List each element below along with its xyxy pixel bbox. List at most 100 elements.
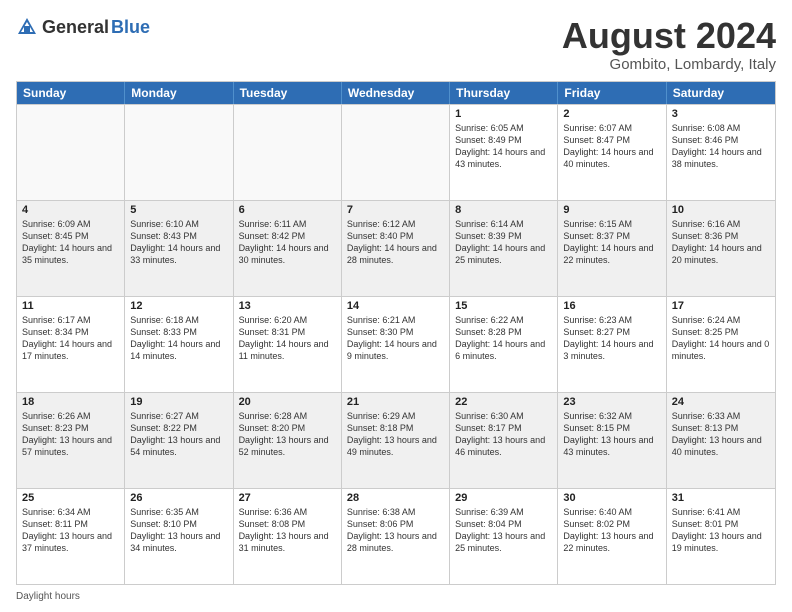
day-number: 15 [455, 300, 552, 312]
header-day-wednesday: Wednesday [342, 82, 450, 104]
header-day-monday: Monday [125, 82, 233, 104]
day-info: Sunrise: 6:08 AM Sunset: 8:46 PM Dayligh… [672, 122, 770, 171]
calendar-day-29: 29 Sunrise: 6:39 AM Sunset: 8:04 PM Dayli… [450, 489, 558, 584]
day-number: 31 [672, 492, 770, 504]
calendar-day-15: 15 Sunrise: 6:22 AM Sunset: 8:28 PM Dayli… [450, 297, 558, 392]
day-info: Sunrise: 6:22 AM Sunset: 8:28 PM Dayligh… [455, 314, 552, 363]
day-number: 24 [672, 396, 770, 408]
calendar-day-4: 4 Sunrise: 6:09 AM Sunset: 8:45 PM Daylig… [17, 201, 125, 296]
day-info: Sunrise: 6:41 AM Sunset: 8:01 PM Dayligh… [672, 506, 770, 555]
calendar-day-31: 31 Sunrise: 6:41 AM Sunset: 8:01 PM Dayli… [667, 489, 775, 584]
calendar-day-3: 3Sunrise: 6:08 AM Sunset: 8:46 PM Daylig… [667, 105, 775, 200]
day-number: 9 [563, 204, 660, 216]
calendar-week-4: 25Sunrise: 6:34 AM Sunset: 8:11 PM Dayli… [17, 488, 775, 584]
day-info: Sunrise: 6:33 AM Sunset: 8:13 PM Dayligh… [672, 410, 770, 459]
day-number: 4 [22, 204, 119, 216]
calendar-day-20: 20Sunrise: 6:28 AM Sunset: 8:20 PM Dayli… [234, 393, 342, 488]
calendar-day-17: 17Sunrise: 6:24 AM Sunset: 8:25 PM Dayli… [667, 297, 775, 392]
calendar-day-10: 10Sunrise: 6:16 AM Sunset: 8:36 PM Dayli… [667, 201, 775, 296]
calendar-day-22: 22Sunrise: 6:30 AM Sunset: 8:17 PM Dayli… [450, 393, 558, 488]
calendar-day-21: 21 Sunrise: 6:29 AM Sunset: 8:18 PM Dayli… [342, 393, 450, 488]
day-number: 10 [672, 204, 770, 216]
day-info: Sunrise: 6:29 AM Sunset: 8:18 PM Dayligh… [347, 410, 444, 459]
day-info: Sunrise: 6:40 AM Sunset: 8:02 PM Dayligh… [563, 506, 660, 555]
day-info: Sunrise: 6:09 AM Sunset: 8:45 PM Dayligh… [22, 218, 119, 267]
logo-blue-text: Blue [111, 17, 150, 38]
calendar-day-25: 25Sunrise: 6:34 AM Sunset: 8:11 PM Dayli… [17, 489, 125, 584]
day-info: Sunrise: 6:12 AM Sunset: 8:40 PM Dayligh… [347, 218, 444, 267]
page: GeneralBlue August 2024 Gombito, Lombard… [0, 0, 792, 612]
page-title: August 2024 [562, 16, 776, 56]
calendar-day-16: 16 Sunrise: 6:23 AM Sunset: 8:27 PM Dayli… [558, 297, 666, 392]
day-number: 18 [22, 396, 119, 408]
calendar-day-30: 30Sunrise: 6:40 AM Sunset: 8:02 PM Dayli… [558, 489, 666, 584]
day-number: 29 [455, 492, 552, 504]
day-number: 19 [130, 396, 227, 408]
day-number: 2 [563, 108, 660, 120]
header-day-sunday: Sunday [17, 82, 125, 104]
calendar-week-1: 4 Sunrise: 6:09 AM Sunset: 8:45 PM Daylig… [17, 200, 775, 296]
day-info: Sunrise: 6:26 AM Sunset: 8:23 PM Dayligh… [22, 410, 119, 459]
calendar-empty-cell [125, 105, 233, 200]
calendar-day-12: 12 Sunrise: 6:18 AM Sunset: 8:33 PM Dayli… [125, 297, 233, 392]
header-day-saturday: Saturday [667, 82, 775, 104]
calendar-day-28: 28 Sunrise: 6:38 AM Sunset: 8:06 PM Dayli… [342, 489, 450, 584]
day-info: Sunrise: 6:38 AM Sunset: 8:06 PM Dayligh… [347, 506, 444, 555]
day-number: 26 [130, 492, 227, 504]
footnote: Daylight hours [16, 589, 776, 602]
title-block: August 2024 Gombito, Lombardy, Italy [562, 16, 776, 73]
calendar-day-23: 23 Sunrise: 6:32 AM Sunset: 8:15 PM Dayli… [558, 393, 666, 488]
calendar: SundayMondayTuesdayWednesdayThursdayFrid… [16, 81, 776, 585]
calendar-empty-cell [234, 105, 342, 200]
calendar-empty-cell [17, 105, 125, 200]
day-number: 13 [239, 300, 336, 312]
day-info: Sunrise: 6:11 AM Sunset: 8:42 PM Dayligh… [239, 218, 336, 267]
header: GeneralBlue August 2024 Gombito, Lombard… [16, 16, 776, 73]
calendar-day-6: 6 Sunrise: 6:11 AM Sunset: 8:42 PM Daylig… [234, 201, 342, 296]
calendar-day-11: 11 Sunrise: 6:17 AM Sunset: 8:34 PM Dayli… [17, 297, 125, 392]
calendar-day-19: 19Sunrise: 6:27 AM Sunset: 8:22 PM Dayli… [125, 393, 233, 488]
day-info: Sunrise: 6:05 AM Sunset: 8:49 PM Dayligh… [455, 122, 552, 171]
calendar-header: SundayMondayTuesdayWednesdayThursdayFrid… [17, 82, 775, 104]
day-info: Sunrise: 6:21 AM Sunset: 8:30 PM Dayligh… [347, 314, 444, 363]
calendar-day-14: 14Sunrise: 6:21 AM Sunset: 8:30 PM Dayli… [342, 297, 450, 392]
day-number: 17 [672, 300, 770, 312]
day-info: Sunrise: 6:39 AM Sunset: 8:04 PM Dayligh… [455, 506, 552, 555]
calendar-day-18: 18 Sunrise: 6:26 AM Sunset: 8:23 PM Dayli… [17, 393, 125, 488]
calendar-day-27: 27Sunrise: 6:36 AM Sunset: 8:08 PM Dayli… [234, 489, 342, 584]
day-number: 11 [22, 300, 119, 312]
day-number: 6 [239, 204, 336, 216]
day-number: 21 [347, 396, 444, 408]
day-number: 1 [455, 108, 552, 120]
day-info: Sunrise: 6:23 AM Sunset: 8:27 PM Dayligh… [563, 314, 660, 363]
calendar-body: 1 Sunrise: 6:05 AM Sunset: 8:49 PM Daylig… [17, 104, 775, 584]
calendar-day-7: 7 Sunrise: 6:12 AM Sunset: 8:40 PM Daylig… [342, 201, 450, 296]
header-day-thursday: Thursday [450, 82, 558, 104]
calendar-day-1: 1 Sunrise: 6:05 AM Sunset: 8:49 PM Daylig… [450, 105, 558, 200]
day-info: Sunrise: 6:17 AM Sunset: 8:34 PM Dayligh… [22, 314, 119, 363]
calendar-day-9: 9Sunrise: 6:15 AM Sunset: 8:37 PM Daylig… [558, 201, 666, 296]
logo: GeneralBlue [16, 16, 150, 38]
day-number: 25 [22, 492, 119, 504]
day-number: 16 [563, 300, 660, 312]
calendar-empty-cell [342, 105, 450, 200]
day-number: 23 [563, 396, 660, 408]
day-number: 5 [130, 204, 227, 216]
calendar-day-13: 13Sunrise: 6:20 AM Sunset: 8:31 PM Dayli… [234, 297, 342, 392]
day-number: 28 [347, 492, 444, 504]
day-number: 20 [239, 396, 336, 408]
header-day-friday: Friday [558, 82, 666, 104]
day-info: Sunrise: 6:07 AM Sunset: 8:47 PM Dayligh… [563, 122, 660, 171]
calendar-day-24: 24 Sunrise: 6:33 AM Sunset: 8:13 PM Dayli… [667, 393, 775, 488]
day-number: 22 [455, 396, 552, 408]
calendar-week-0: 1 Sunrise: 6:05 AM Sunset: 8:49 PM Daylig… [17, 104, 775, 200]
day-info: Sunrise: 6:35 AM Sunset: 8:10 PM Dayligh… [130, 506, 227, 555]
day-info: Sunrise: 6:32 AM Sunset: 8:15 PM Dayligh… [563, 410, 660, 459]
calendar-day-8: 8Sunrise: 6:14 AM Sunset: 8:39 PM Daylig… [450, 201, 558, 296]
day-info: Sunrise: 6:18 AM Sunset: 8:33 PM Dayligh… [130, 314, 227, 363]
day-number: 7 [347, 204, 444, 216]
calendar-day-5: 5Sunrise: 6:10 AM Sunset: 8:43 PM Daylig… [125, 201, 233, 296]
day-info: Sunrise: 6:14 AM Sunset: 8:39 PM Dayligh… [455, 218, 552, 267]
location-subtitle: Gombito, Lombardy, Italy [562, 56, 776, 73]
day-number: 12 [130, 300, 227, 312]
